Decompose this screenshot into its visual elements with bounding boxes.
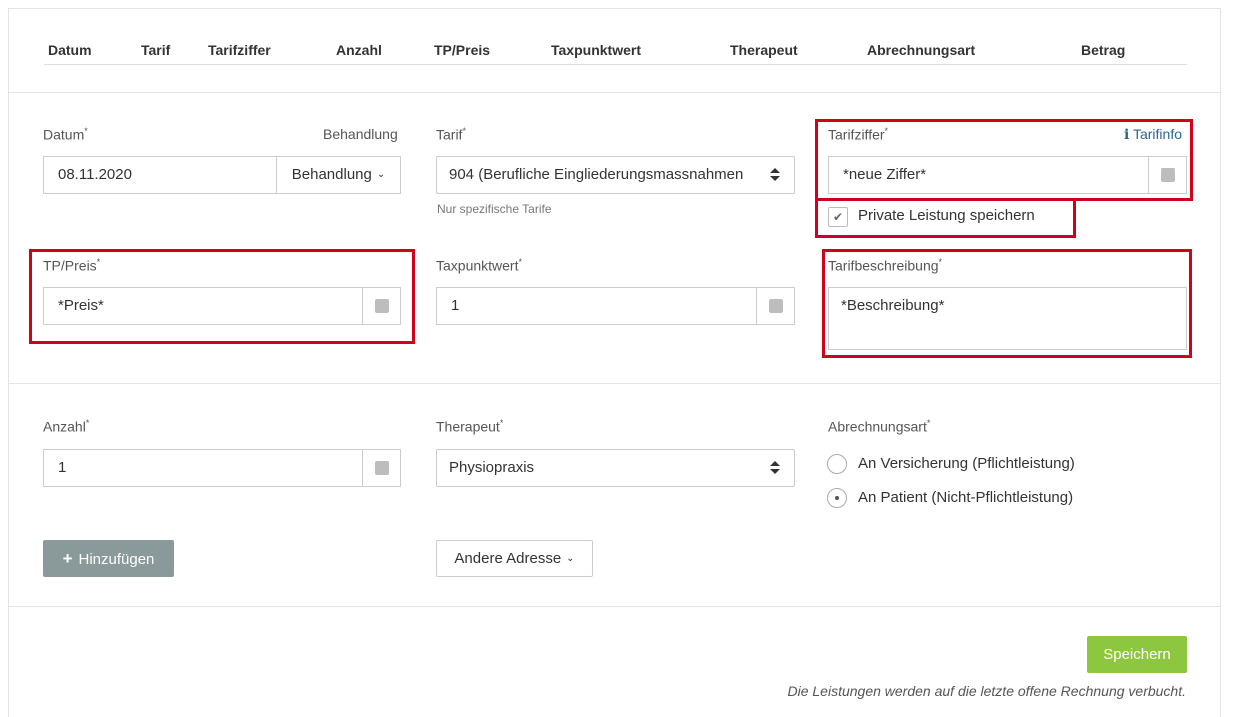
square-icon (375, 461, 389, 475)
abrechnungsart-label: Abrechnungsart* (828, 418, 931, 435)
other-address-button[interactable]: Andere Adresse ⌄ (436, 540, 593, 577)
chevron-down-icon: ⌄ (376, 169, 386, 180)
radio-patient-label: An Patient (Nicht-Pflichtleistung) (858, 489, 1074, 506)
radio-versicherung-label: An Versicherung (Pflichtleistung) (858, 455, 1075, 472)
save-button[interactable]: Speichern (1087, 636, 1187, 673)
anzahl-label: Anzahl* (43, 418, 90, 435)
taxpunktwert-label: Taxpunktwert* (436, 257, 522, 274)
col-datum: Datum (48, 42, 92, 58)
col-tarifziffer: Tarifziffer (208, 42, 271, 58)
select-arrows-icon (770, 461, 780, 475)
divider (9, 92, 1220, 93)
behandlung-dropdown[interactable]: Behandlung ⌄ (276, 157, 400, 193)
datum-value: 08.11.2020 (58, 166, 132, 183)
therapeut-select[interactable]: Physiopraxis (436, 449, 795, 487)
square-icon (769, 299, 783, 313)
tarif-value: 904 (Berufliche Eingliederungsmassnahmen (449, 166, 744, 183)
taxpunktwert-addon[interactable] (756, 288, 794, 324)
col-tarif: Tarif (141, 42, 171, 58)
plus-icon: + (62, 549, 73, 568)
highlight-private-leistung (815, 198, 1076, 238)
highlight-tp-preis (29, 249, 415, 344)
tarif-label: Tarif* (436, 126, 466, 143)
taxpunktwert-input[interactable]: 1 (436, 287, 795, 325)
chevron-down-icon: ⌄ (566, 553, 575, 564)
therapeut-label: Therapeut* (436, 418, 504, 435)
tarif-select[interactable]: 904 (Berufliche Eingliederungsmassnahmen (436, 156, 795, 194)
col-betrag: Betrag (1081, 42, 1126, 58)
taxpunktwert-value: 1 (451, 297, 460, 314)
divider (9, 383, 1220, 384)
therapeut-value: Physiopraxis (449, 459, 535, 476)
divider (9, 606, 1220, 607)
radio-versicherung[interactable] (827, 454, 847, 474)
add-button[interactable]: + Hinzufügen (43, 540, 174, 577)
behandlung-value: Behandlung (291, 166, 372, 183)
highlight-tarifziffer (815, 119, 1193, 201)
col-abrechnungsart: Abrechnungsart (867, 42, 976, 58)
col-anzahl: Anzahl (336, 42, 382, 58)
tarif-hint: Nur spezifische Tarife (437, 202, 552, 216)
anzahl-value: 1 (58, 459, 67, 476)
col-taxpunktwert: Taxpunktwert (551, 42, 641, 58)
col-tp-preis: TP/Preis (434, 42, 491, 58)
behandlung-label: Behandlung (323, 126, 398, 142)
col-therapeut: Therapeut (730, 42, 798, 58)
invoice-entry-panel: Datum Tarif Tarifziffer Anzahl TP/Preis … (8, 8, 1221, 717)
radio-patient[interactable] (827, 488, 847, 508)
select-arrows-icon (770, 168, 780, 182)
anzahl-addon[interactable] (362, 450, 400, 486)
datum-field[interactable]: 08.11.2020 Behandlung ⌄ (43, 156, 401, 194)
footer-note: Die Leistungen werden auf die letzte off… (787, 683, 1187, 699)
highlight-tarifbeschreibung (822, 249, 1192, 358)
datum-label: Datum* (43, 126, 88, 143)
anzahl-input[interactable]: 1 (43, 449, 401, 487)
services-table-header: Datum Tarif Tarifziffer Anzahl TP/Preis … (44, 9, 1187, 65)
